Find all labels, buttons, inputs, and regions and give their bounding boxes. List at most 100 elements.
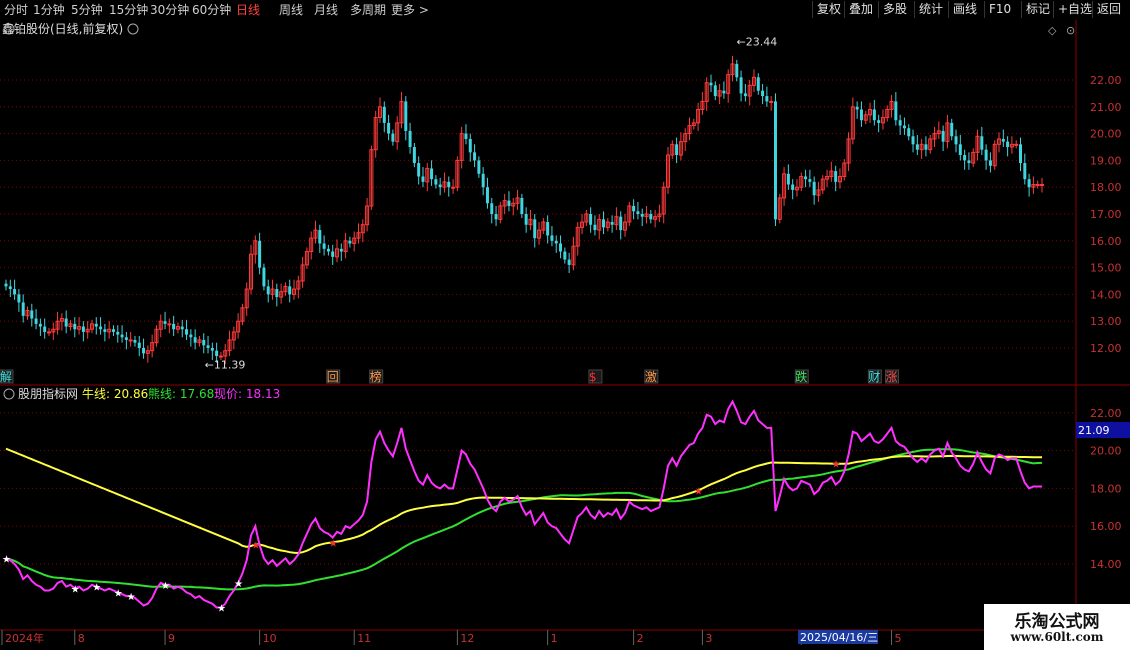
toolbar-button-8[interactable]: 返回 [1092,1,1125,18]
candle-body-down [94,323,98,327]
buy-star-marker: ★ [161,581,170,592]
candle-body-down [872,109,876,121]
dropdown-icon[interactable] [127,23,139,35]
candle-body-up [167,323,172,326]
candle-body-down [988,160,992,166]
buy-star-marker: ★ [217,603,226,614]
price-axis-tick: 21.00 [1090,101,1122,114]
date-label: 2 [637,632,644,645]
candle-body-down [464,133,468,139]
candle-body-up [128,339,133,342]
candle-body-down [593,224,597,231]
period-tab-9[interactable]: 多周期 [350,2,386,18]
toolbar-button-1[interactable]: 叠加 [844,1,877,18]
candle-body-down [111,329,115,332]
candle-body-down [339,248,343,252]
candle-body-down [391,133,395,142]
candle-body-down [984,149,988,161]
event-marker[interactable]: 回 [327,370,339,384]
event-marker[interactable]: 激 [645,370,657,384]
candle-body-down [30,310,34,319]
candle-body-down [907,128,911,137]
candle-body-down [1019,144,1023,164]
candle-body-down [468,138,472,153]
toolbar-button-4[interactable]: 画线 [948,1,981,18]
candle-body-down [137,342,141,348]
event-marker[interactable]: 财 [868,370,880,384]
period-tab-0[interactable]: 分时 [4,2,28,18]
price-axis-tick: 17.00 [1090,208,1122,221]
period-tab-10[interactable]: 更多 > [391,2,429,18]
candle-body-down [915,144,919,150]
date-label: 2024年 [5,631,44,645]
candle-body-down [963,155,967,161]
candle-body-down [124,337,128,340]
candle-body-down [632,205,636,212]
candle-body-down [1027,179,1031,188]
toolbar-button-3[interactable]: 统计 [914,1,947,18]
candle-body-down [640,214,644,217]
candle-body-down [709,82,713,86]
period-tab-5[interactable]: 60分钟 [192,2,231,18]
candle-body-down [404,101,408,131]
period-tab-1[interactable]: 1分钟 [33,2,65,18]
indicator-collapse-icon[interactable] [3,388,15,400]
period-tab-4[interactable]: 30分钟 [150,2,189,18]
settings-icon[interactable]: ⊙ [1066,24,1075,37]
candle-body-down [902,125,906,129]
candle-body-down [73,323,77,330]
period-tab-6[interactable]: 日线 [236,2,260,18]
indicator-axis-tick: 18.00 [1090,482,1122,495]
candle-body-down [17,294,21,303]
date-label: 10 [263,632,277,645]
period-tab-3[interactable]: 15分钟 [109,2,148,18]
buy-star-marker: ★ [2,554,11,565]
candle-body-down [602,219,606,228]
event-marker[interactable]: 涨 [886,369,898,384]
candle-body-down [507,200,511,206]
period-tab-7[interactable]: 周线 [279,2,303,18]
candle-body-down [318,230,322,244]
candle-body-down [520,197,524,214]
event-marker[interactable]: $ [589,370,597,384]
toolbar-button-0[interactable]: 复权 [812,1,845,18]
candle-body-down [524,214,528,225]
candle-body-down [735,63,739,78]
candle-body-up [46,331,51,334]
period-tab-8[interactable]: 月线 [314,2,338,18]
candle-body-down [743,93,747,97]
candle-body-down [43,326,47,332]
candle-body-down [38,323,42,327]
event-marker[interactable]: 跌 [795,369,807,384]
event-marker[interactable]: 榜 [370,369,382,384]
candle-body-down [791,184,795,190]
period-tab-2[interactable]: 5分钟 [71,2,103,18]
buy-star-marker: ★ [234,579,243,590]
date-cursor-label: 2025/04/16/三 [800,631,878,644]
toolbar-button-7[interactable]: +自选 [1053,1,1096,18]
event-marker[interactable]: 解 [0,370,12,384]
diamond-icon[interactable]: ◇ [1048,24,1057,37]
indicator-title: 股朋指标网 [18,386,78,401]
candle-body-down [808,179,812,182]
candle-body-down [980,136,984,150]
candle-body-down [761,90,765,97]
cross-star-marker: ★ [329,538,338,549]
toolbar-button-5[interactable]: F10 [984,1,1015,18]
indicator-axis-tick: 16.00 [1090,520,1122,533]
candle-body-down [834,171,838,182]
candle-body-down [189,334,193,338]
candle-body-down [266,286,270,295]
toolbar-button-6[interactable]: 标记 [1021,1,1054,18]
candle-body-down [481,173,485,188]
candle-body-down [387,122,391,134]
indicator-axis-tick: 22.00 [1090,407,1122,420]
date-label: 1 [551,632,558,645]
candle-body-down [430,168,434,180]
kline-chart[interactable]: 22.00 21.00 20.00 19.00 18.00 17.00 16.00 15.00… [0,20,1130,650]
toolbar-button-2[interactable]: 多股 [878,1,911,18]
candle-body-down [550,235,554,241]
date-label: 5 [895,632,902,645]
current-value-text: 21.09 [1078,424,1110,437]
price-axis-tick: 15.00 [1090,262,1122,275]
